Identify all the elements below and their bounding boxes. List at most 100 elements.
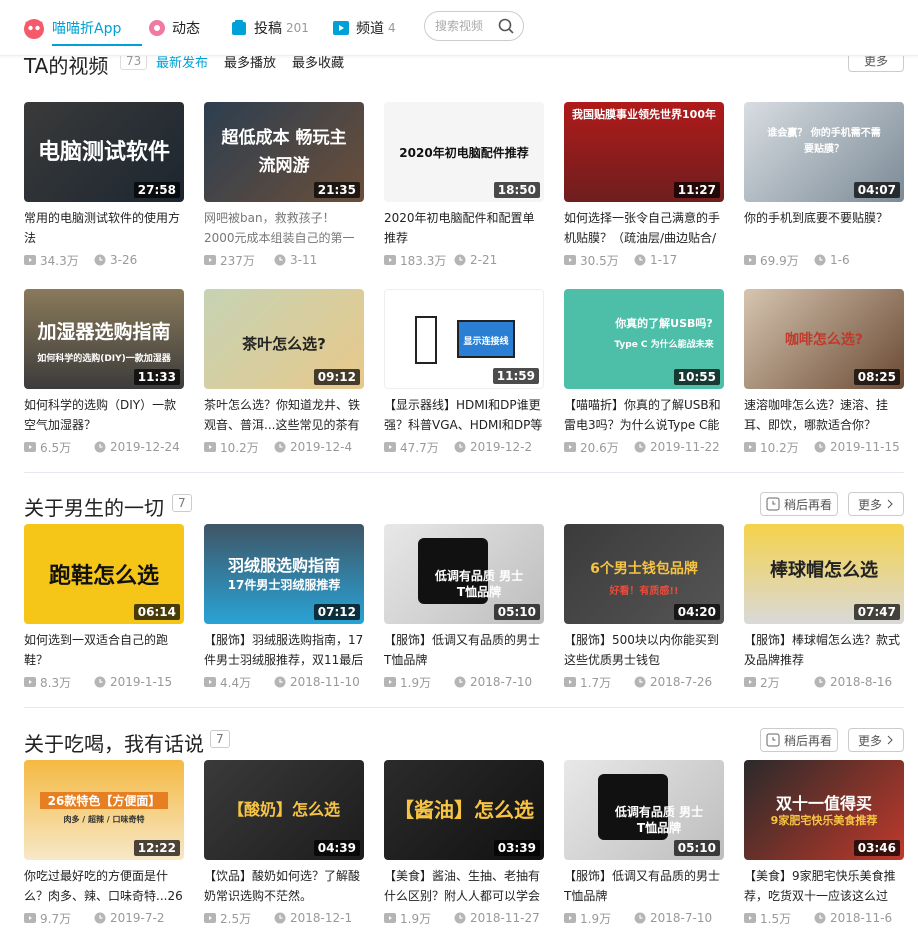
nav-app-link[interactable]: 喵喵折App: [22, 0, 121, 56]
play-count-icon: [744, 912, 756, 924]
video-title[interactable]: 【美食】酱油、生抽、老抽有什么区别？附人人都可以学会: [384, 866, 544, 906]
video-card[interactable]: 26款特色【方便面】 肉多 / 超辣 / 口味奇特 12:22 你吃过最好吃的方…: [24, 760, 184, 928]
watch-later-label: 稍后再看: [784, 732, 832, 749]
video-title[interactable]: 【饮品】酸奶如何选？了解酸奶常识选购不茫然。: [204, 866, 364, 906]
pc-tower-icon: [415, 316, 437, 364]
video-thumbnail[interactable]: 【酸奶】怎么选 04:39: [204, 760, 364, 860]
video-title[interactable]: 【美食】9家肥宅快乐美食推荐，吃货双十一应该这么过: [744, 866, 904, 906]
video-card[interactable]: 咖啡怎么选? 08:25 速溶咖啡怎么选？速溶、挂耳、即饮，哪款适合你？ 10.…: [744, 289, 904, 457]
video-duration: 04:20: [674, 604, 720, 620]
collection-count: 7: [210, 730, 230, 748]
video-title[interactable]: 【服饰】低调又有品质的男士T恤品牌: [384, 630, 544, 670]
watch-later-icon: [766, 497, 780, 511]
video-duration: 10:55: [674, 369, 720, 385]
video-title[interactable]: 如何科学的选购（DIY）一款空气加湿器？: [24, 395, 184, 435]
video-thumbnail[interactable]: 你真的了解USB吗? Type C 为什么能战未来 10:55: [564, 289, 724, 389]
video-thumbnail[interactable]: 跑鞋怎么选 06:14: [24, 524, 184, 624]
more-button[interactable]: 更多: [848, 728, 904, 752]
video-title[interactable]: 【服饰】羽绒服选购指南，17件男士羽绒服推荐，双11最后: [204, 630, 364, 670]
video-duration: 08:25: [854, 369, 900, 385]
video-title[interactable]: 你的手机到底要不要贴膜？: [744, 208, 904, 248]
video-thumbnail[interactable]: 双十一值得买 9家肥宅快乐美食推荐 03:46: [744, 760, 904, 860]
video-title[interactable]: 【服饰】500块以内你能买到这些优质男士钱包: [564, 630, 724, 670]
play-count-icon: [744, 676, 756, 688]
video-thumbnail[interactable]: 茶叶怎么选? 09:12: [204, 289, 364, 389]
search-box[interactable]: [424, 11, 524, 41]
video-title[interactable]: 速溶咖啡怎么选？速溶、挂耳、即饮，哪款适合你？: [744, 395, 904, 435]
video-thumbnail[interactable]: 谁会赢？ 你的手机需不需要贴膜？ 04:07: [744, 102, 904, 202]
video-title[interactable]: 2020年初电脑配件和配置单推荐: [384, 208, 544, 248]
video-title[interactable]: 茶叶怎么选？你知道龙井、铁观音、普洱...这些常见的茶有: [204, 395, 364, 435]
video-thumbnail[interactable]: 加湿器选购指南 如何科学的选购(DIY)一款加湿器 11:33: [24, 289, 184, 389]
watch-later-button[interactable]: 稍后再看: [760, 728, 838, 752]
video-card[interactable]: 双十一值得买 9家肥宅快乐美食推荐 03:46 【美食】9家肥宅快乐美食推荐，吃…: [744, 760, 904, 928]
video-card[interactable]: 你真的了解USB吗? Type C 为什么能战未来 10:55 【喵喵折】你真的…: [564, 289, 724, 457]
video-thumbnail[interactable]: 【酱油】怎么选 03:39: [384, 760, 544, 860]
video-title[interactable]: 【喵喵折】你真的了解USB和雷电3吗？为什么说Type C能: [564, 395, 724, 435]
video-card[interactable]: 【酸奶】怎么选 04:39 【饮品】酸奶如何选？了解酸奶常识选购不茫然。 2.5…: [204, 760, 364, 928]
video-title[interactable]: 【服饰】低调又有品质的男士T恤品牌: [564, 866, 724, 906]
video-card[interactable]: 【酱油】怎么选 03:39 【美食】酱油、生抽、老抽有什么区别？附人人都可以学会…: [384, 760, 544, 928]
video-thumbnail[interactable]: 超低成本 畅玩主流网游 21:35: [204, 102, 364, 202]
video-title[interactable]: 【显示器线】HDMI和DP谁更强？科普VGA、HDMI和DP等: [384, 395, 544, 435]
publish-date: 2019-12-24: [110, 440, 180, 454]
video-thumbnail[interactable]: 低调有品质 男士T恤品牌 05:10: [384, 524, 544, 624]
video-thumbnail[interactable]: 低调有品质 男士T恤品牌 05:10: [564, 760, 724, 860]
video-title[interactable]: 网吧被ban，救救孩子！2000元成本组装自己的第一台电脑: [204, 208, 364, 248]
video-meta: 2.5万 2018-12-1: [204, 908, 364, 928]
thumb-text: 双十一值得买: [744, 790, 904, 814]
video-meta: 47.7万 2019-12-2: [384, 437, 544, 457]
video-card[interactable]: 显示连接线 11:59 【显示器线】HDMI和DP谁更强？科普VGA、HDMI和…: [384, 289, 544, 457]
video-card[interactable]: 2020年初电脑配件推荐 18:50 2020年初电脑配件和配置单推荐 183.…: [384, 102, 544, 270]
video-card[interactable]: 谁会赢？ 你的手机需不需要贴膜？ 04:07 你的手机到底要不要贴膜？ 69.9…: [744, 102, 904, 270]
video-thumbnail[interactable]: 6个男士钱包品牌 好看！有质感!! 04:20: [564, 524, 724, 624]
video-thumbnail[interactable]: 显示连接线 11:59: [384, 289, 544, 389]
video-card[interactable]: 6个男士钱包品牌 好看！有质感!! 04:20 【服饰】500块以内你能买到这些…: [564, 524, 724, 692]
video-card[interactable]: 茶叶怎么选? 09:12 茶叶怎么选？你知道龙井、铁观音、普洱...这些常见的茶…: [204, 289, 364, 457]
search-icon[interactable]: [497, 17, 515, 39]
clock-icon: [814, 676, 826, 688]
collection-header: 关于男生的一切 7 稍后再看 更多: [24, 488, 904, 520]
video-card[interactable]: 电脑测试软件 27:58 常用的电脑测试软件的使用方法 34.3万 3-26: [24, 102, 184, 270]
video-card[interactable]: 羽绒服选购指南 17件男士羽绒服推荐 07:12 【服饰】羽绒服选购指南，17件…: [204, 524, 364, 692]
video-thumbnail[interactable]: 26款特色【方便面】 肉多 / 超辣 / 口味奇特 12:22: [24, 760, 184, 860]
thumb-text: 茶叶怎么选?: [204, 333, 364, 354]
video-title[interactable]: 常用的电脑测试软件的使用方法: [24, 208, 184, 248]
video-thumbnail[interactable]: 咖啡怎么选? 08:25: [744, 289, 904, 389]
video-card[interactable]: 超低成本 畅玩主流网游 21:35 网吧被ban，救救孩子！2000元成本组装自…: [204, 102, 364, 270]
search-input[interactable]: [435, 19, 499, 33]
video-thumbnail[interactable]: 电脑测试软件 27:58: [24, 102, 184, 202]
nav-channel[interactable]: 频道 4: [332, 0, 396, 56]
video-title[interactable]: 你吃过最好吃的方便面是什么？肉多、辣、口味奇特...26: [24, 866, 184, 906]
thumb-text: 羽绒服选购指南: [204, 552, 364, 576]
collection-title[interactable]: 关于吃喝，我有话说: [24, 728, 204, 757]
video-card[interactable]: 我国贴膜事业领先世界100年 11:27 如何选择一张令自己满意的手机贴膜？（疏…: [564, 102, 724, 270]
nav-dynamic[interactable]: 动态: [148, 0, 200, 56]
video-meta: 237万 3-11: [204, 250, 364, 270]
video-card[interactable]: 加湿器选购指南 如何科学的选购(DIY)一款加湿器 11:33 如何科学的选购（…: [24, 289, 184, 457]
clock-icon: [274, 676, 286, 688]
clock-icon: [634, 676, 646, 688]
thumb-subtext: 肉多 / 超辣 / 口味奇特: [24, 814, 184, 825]
video-title[interactable]: 如何选到一双适合自己的跑鞋？: [24, 630, 184, 670]
nav-post[interactable]: 投稿 201: [230, 0, 309, 56]
video-card[interactable]: 跑鞋怎么选 06:14 如何选到一双适合自己的跑鞋？ 8.3万 2019-1-1…: [24, 524, 184, 692]
play-count: 1.9万: [580, 910, 611, 927]
video-thumbnail[interactable]: 羽绒服选购指南 17件男士羽绒服推荐 07:12: [204, 524, 364, 624]
more-button[interactable]: 更多: [848, 492, 904, 516]
video-thumbnail[interactable]: 我国贴膜事业领先世界100年 11:27: [564, 102, 724, 202]
thumb-text: 咖啡怎么选?: [744, 329, 904, 349]
nav-post-label: 投稿: [254, 18, 282, 38]
video-card[interactable]: 低调有品质 男士T恤品牌 05:10 【服饰】低调又有品质的男士T恤品牌 1.9…: [564, 760, 724, 928]
play-count-icon: [564, 912, 576, 924]
watch-later-button[interactable]: 稍后再看: [760, 492, 838, 516]
video-thumbnail[interactable]: 棒球帽怎么选 07:47: [744, 524, 904, 624]
collection-title[interactable]: 关于男生的一切: [24, 492, 164, 521]
video-title[interactable]: 【服饰】棒球帽怎么选？款式及品牌推荐: [744, 630, 904, 670]
video-card[interactable]: 棒球帽怎么选 07:47 【服饰】棒球帽怎么选？款式及品牌推荐 2万 2018-…: [744, 524, 904, 692]
video-card[interactable]: 低调有品质 男士T恤品牌 05:10 【服饰】低调又有品质的男士T恤品牌 1.9…: [384, 524, 544, 692]
video-thumbnail[interactable]: 2020年初电脑配件推荐 18:50: [384, 102, 544, 202]
section-divider: [24, 707, 904, 708]
play-count-icon: [744, 254, 756, 266]
video-title[interactable]: 如何选择一张令自己满意的手机贴膜？（疏油层/曲边贴合/: [564, 208, 724, 248]
